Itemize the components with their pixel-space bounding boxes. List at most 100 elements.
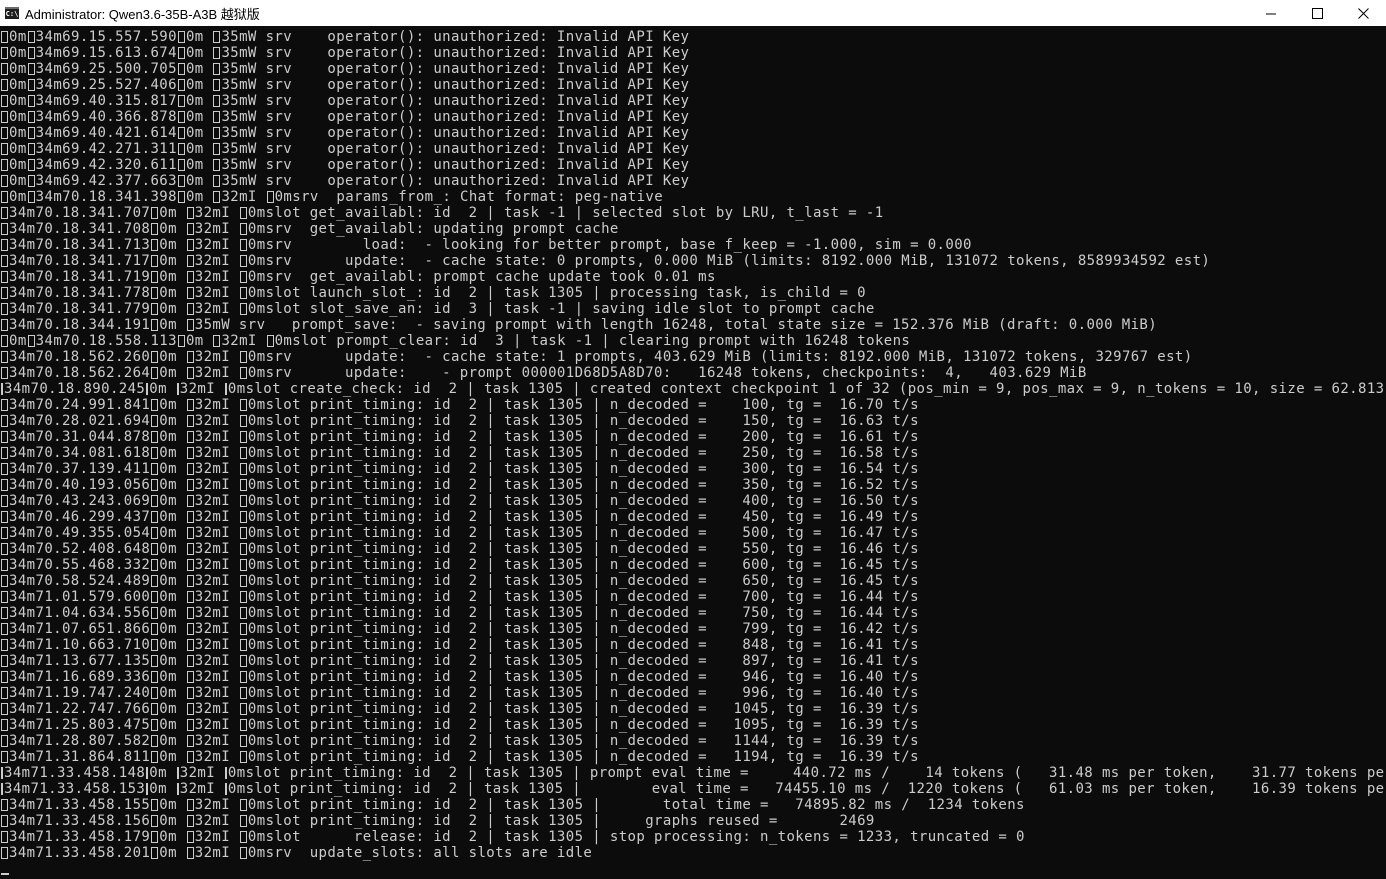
escape-char-glyph (151, 207, 159, 219)
escape-char-glyph (213, 175, 221, 187)
console-text: 0m (159, 525, 186, 541)
escape-char-glyph (239, 527, 247, 539)
console-line: 34m71.33.458.179 0m 32mI 0mslot release: … (0, 829, 1386, 845)
console-text: 32mI (194, 461, 239, 477)
console-text: 35mW srv operator(): unauthorized: Inval… (221, 125, 690, 141)
title-bar[interactable]: C:\ Administrator: Qwen3.6-35B-A3B 越狱版 (0, 0, 1386, 26)
console-text: 0m (9, 61, 27, 77)
console-text: 0m (9, 109, 27, 125)
console-text: 0msrv update_slots: all slots are idle (247, 845, 593, 861)
console-text: 34m71.33.458.201 (9, 845, 151, 861)
escape-char-glyph (146, 767, 149, 779)
escape-char-glyph (186, 239, 194, 251)
console-line: 34m71.33.458.148 0m 32mI 0mslot print_tim… (0, 765, 1386, 781)
escape-char-glyph (213, 335, 221, 347)
console-text: 34m70.28.021.694 (9, 413, 151, 429)
console-line: 0m 34m69.40.366.878 0m 35mW srv operator()… (0, 109, 1386, 125)
escape-char-glyph (1, 751, 8, 763)
console-text: 0m (159, 669, 186, 685)
console-text: 0mslot print_timing: id 2 | task 1305 | … (247, 573, 919, 589)
console-text: 32mI (194, 365, 239, 381)
escape-char-glyph (1, 783, 3, 795)
escape-char-glyph (186, 831, 194, 843)
escape-char-glyph (151, 527, 159, 539)
escape-char-glyph (186, 287, 194, 299)
escape-char-glyph (239, 255, 247, 267)
console-line: 34m70.18.344.191 0m 35mW srv prompt_save:… (0, 317, 1386, 333)
escape-char-glyph (151, 495, 159, 507)
escape-char-glyph (151, 303, 159, 315)
escape-char-glyph (146, 383, 149, 395)
console-text: 34m71.28.807.582 (9, 733, 151, 749)
escape-char-glyph (186, 719, 194, 731)
escape-char-glyph (213, 191, 221, 203)
console-text: 34m70.40.193.056 (9, 477, 151, 493)
escape-char-glyph (151, 239, 159, 251)
console-text: 34m70.58.524.489 (9, 573, 151, 589)
escape-char-glyph (146, 783, 149, 795)
console-text: 0m (159, 269, 186, 285)
terminal-window: C:\ Administrator: Qwen3.6-35B-A3B 越狱版 0… (0, 0, 1386, 879)
console-text: 0m (159, 493, 186, 509)
escape-char-glyph (239, 591, 247, 603)
console-text: 32mI (194, 477, 239, 493)
escape-char-glyph (1, 575, 8, 587)
console-text: 0mslot print_timing: id 2 | task 1305 | … (247, 701, 919, 717)
console-text: 0mslot print_timing: id 2 | task 1305 | … (247, 541, 919, 557)
console-text: 0m (9, 93, 27, 109)
console-output[interactable]: 0m 34m69.15.557.590 0m 35mW srv operator()… (0, 29, 1386, 879)
console-line: 34m70.28.021.694 0m 32mI 0mslot print_tim… (0, 413, 1386, 429)
console-text: 34m69.40.366.878 (35, 109, 177, 125)
escape-char-glyph (239, 479, 247, 491)
escape-char-glyph (151, 655, 159, 667)
console-text: 34m69.42.377.663 (35, 173, 177, 189)
console-line: 34m70.18.562.260 0m 32mI 0msrv update: - … (0, 349, 1386, 365)
console-text: 34m71.04.634.556 (9, 605, 151, 621)
console-text: 32mI (194, 845, 239, 861)
escape-char-glyph (224, 767, 227, 779)
escape-char-glyph (27, 127, 35, 139)
escape-char-glyph (1, 271, 8, 283)
minimize-button[interactable] (1248, 0, 1294, 26)
console-text: 0mslot print_timing: id 2 | task 1305 | … (247, 813, 875, 829)
minimize-icon (1265, 8, 1277, 19)
console-line: 34m71.28.807.582 0m 32mI 0mslot print_tim… (0, 733, 1386, 749)
console-text: 32mI (194, 621, 239, 637)
console-text: 0msrv params_from_: Chat format: peg-nat… (274, 189, 664, 205)
escape-char-glyph (266, 335, 274, 347)
escape-char-glyph (177, 175, 185, 187)
escape-char-glyph (1, 79, 8, 91)
console-line: 0m 34m69.40.315.817 0m 35mW srv operator()… (0, 93, 1386, 109)
console-text: 34m71.07.651.866 (9, 621, 151, 637)
escape-char-glyph (177, 143, 185, 155)
escape-char-glyph (186, 623, 194, 635)
escape-char-glyph (151, 287, 159, 299)
escape-char-glyph (177, 127, 185, 139)
escape-char-glyph (1, 591, 8, 603)
console-text: 0mslot print_timing: id 2 | task 1305 | … (227, 781, 1386, 797)
console-text: 32mI (194, 285, 239, 301)
console-text: 0m (9, 157, 27, 173)
console-text: 32mI (194, 493, 239, 509)
console-line: 0m 34m69.42.320.611 0m 35mW srv operator()… (0, 157, 1386, 173)
console-text: 0m (159, 221, 186, 237)
console-text: 0mslot print_timing: id 2 | task 1305 | … (247, 445, 919, 461)
escape-char-glyph (177, 159, 185, 171)
escape-char-glyph (239, 607, 247, 619)
escape-char-glyph (186, 799, 194, 811)
console-text: 35mW srv operator(): unauthorized: Inval… (221, 141, 690, 157)
close-button[interactable] (1340, 0, 1386, 26)
escape-char-glyph (1, 559, 8, 571)
console-text: 0m (159, 205, 186, 221)
escape-char-glyph (213, 143, 221, 155)
escape-char-glyph (186, 415, 194, 427)
escape-char-glyph (186, 751, 194, 763)
console-text: 0m (159, 685, 186, 701)
console-line: 34m70.43.243.069 0m 32mI 0mslot print_tim… (0, 493, 1386, 509)
console-text: 34m71.33.458.179 (9, 829, 151, 845)
escape-char-glyph (239, 399, 247, 411)
escape-char-glyph (1, 159, 8, 171)
console-text: 34m69.42.271.311 (35, 141, 177, 157)
console-text: 0m (159, 797, 186, 813)
maximize-button[interactable] (1294, 0, 1340, 26)
